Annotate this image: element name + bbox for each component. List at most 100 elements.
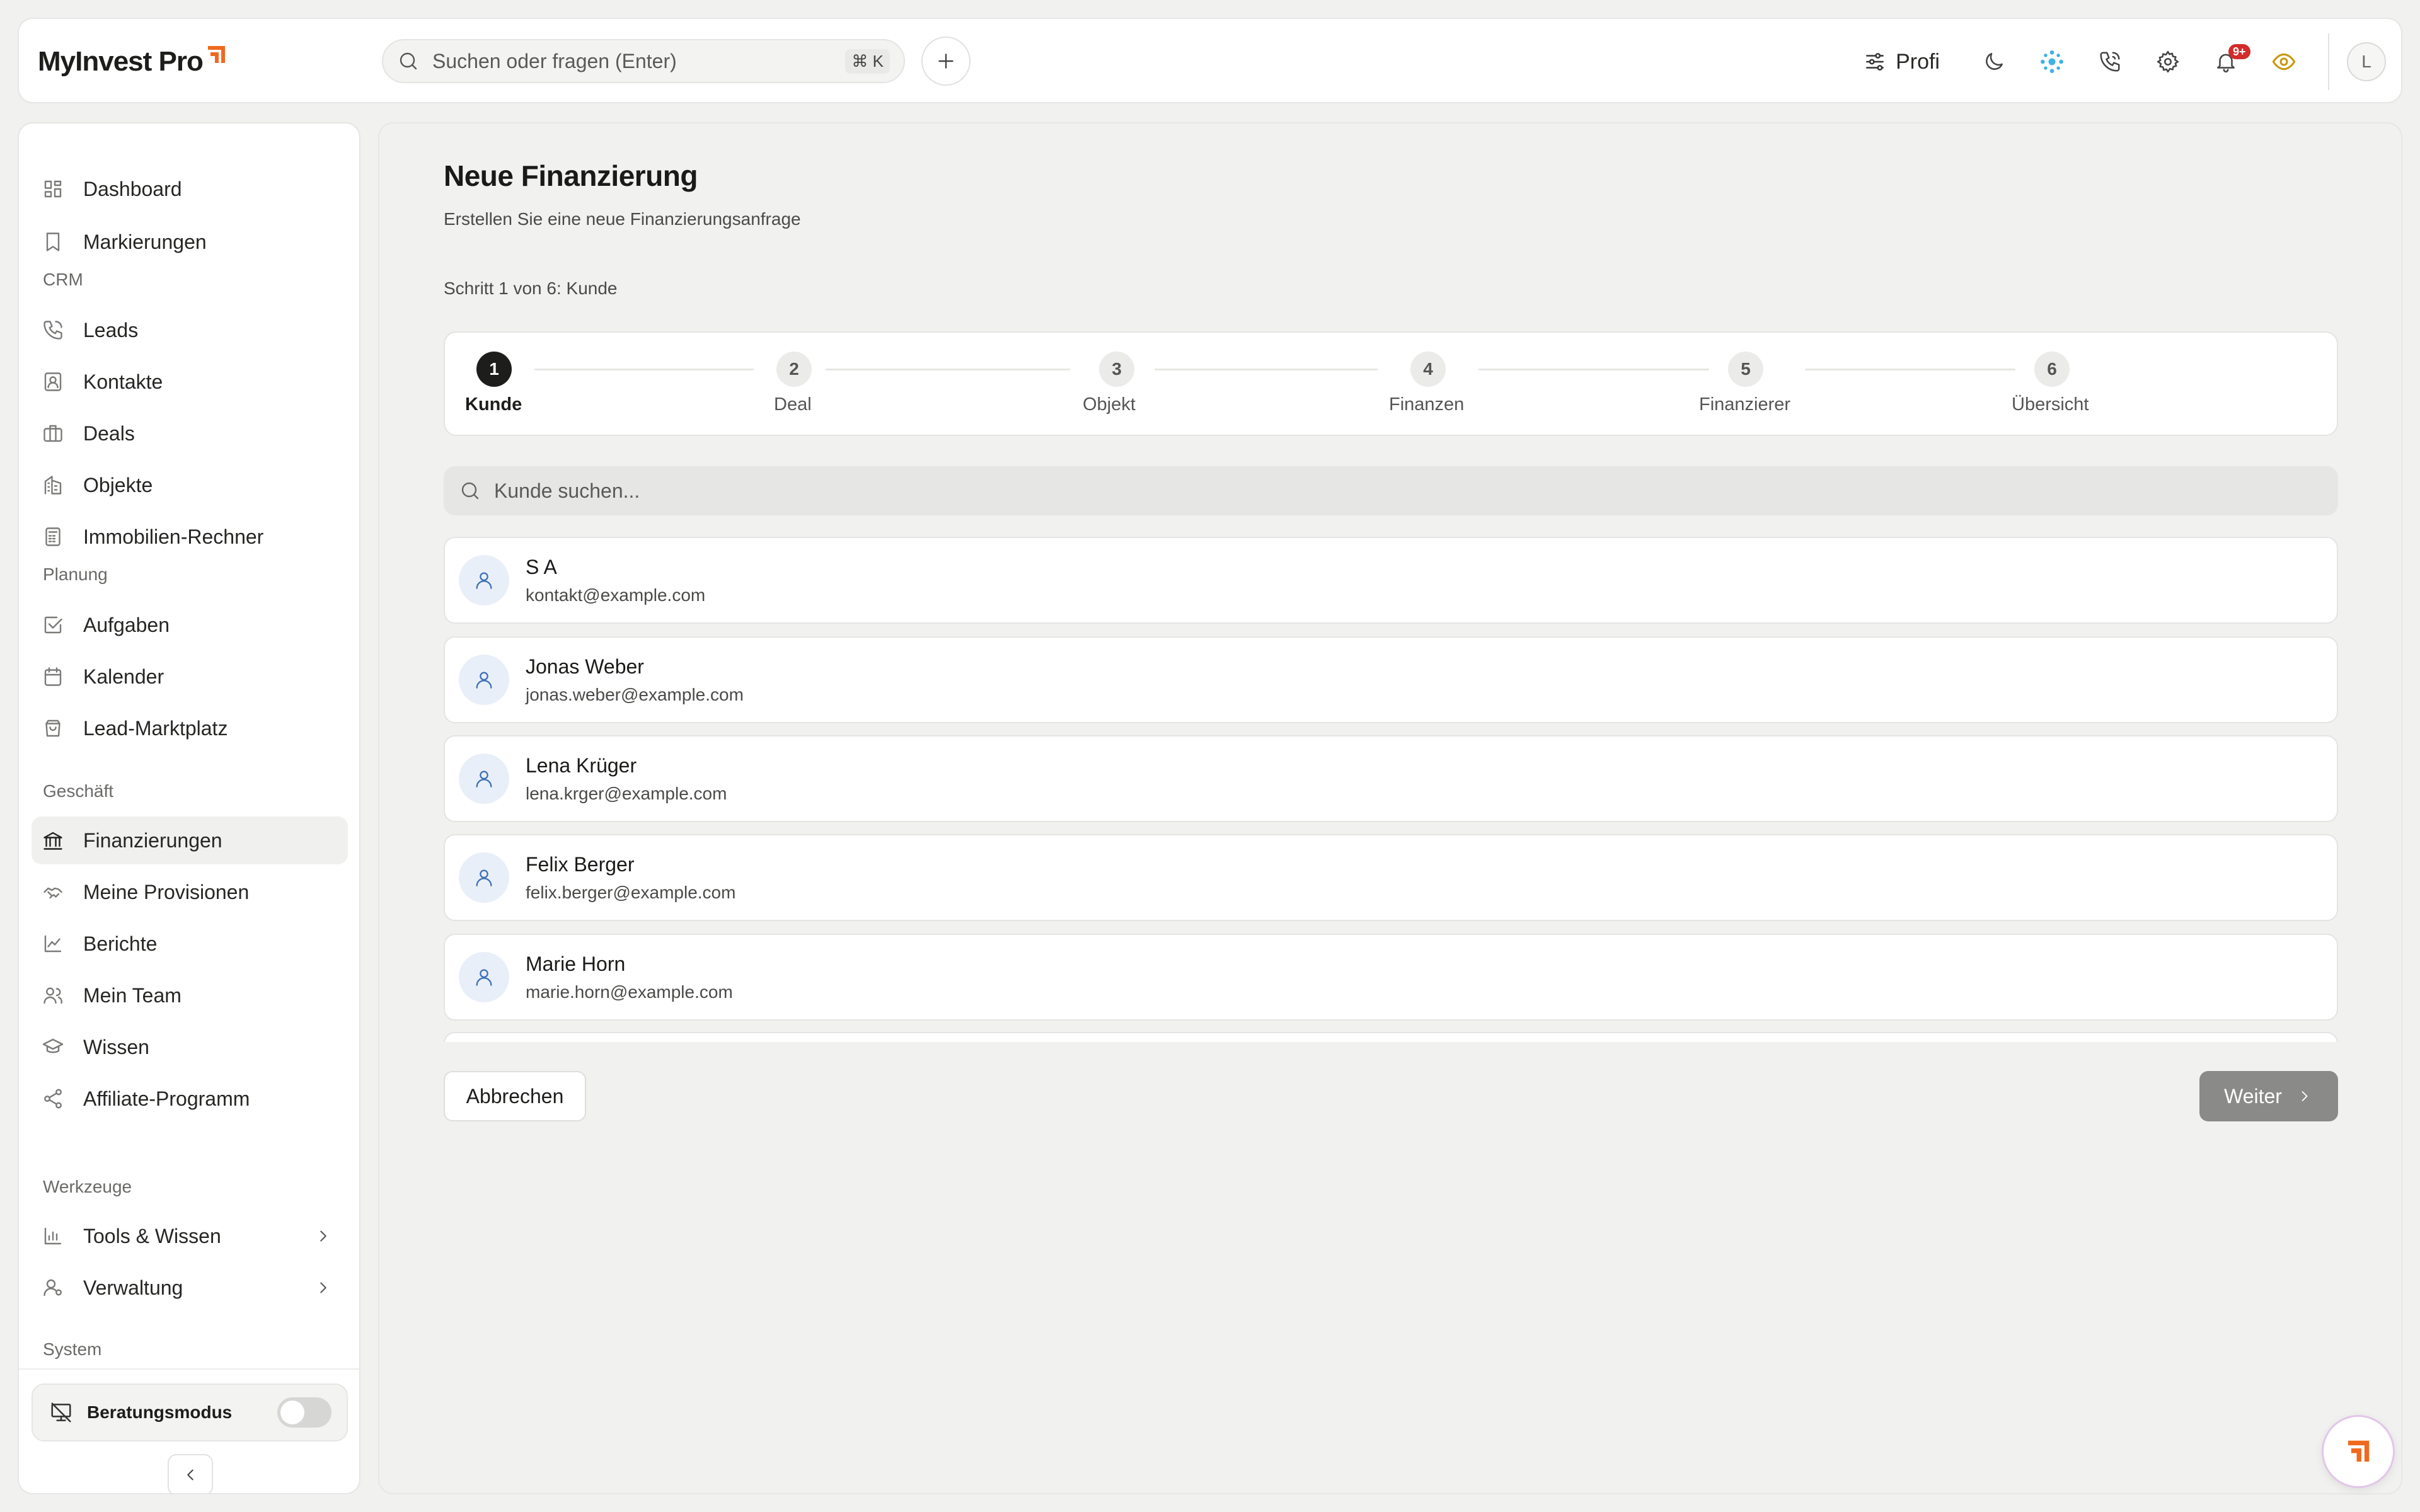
step-label: Finanzen [1389, 394, 1465, 415]
users-icon [43, 987, 62, 1004]
notification-badge: 9+ [2228, 44, 2250, 59]
customer-email: kontakt@example.com [526, 585, 706, 605]
sidebar-item-markierungen[interactable]: Markierungen [32, 218, 348, 266]
sidebar-item-label: Berichte [83, 932, 158, 955]
customer-list-item[interactable]: Jonas Weber jonas.weber@example.com [444, 636, 2338, 723]
ai-assistant-button[interactable] [2023, 37, 2081, 87]
user-cog-icon [43, 1279, 62, 1297]
customer-list-item[interactable]: Felix Berger felix.berger@example.com [444, 834, 2338, 921]
monitor-off-icon [51, 1402, 71, 1423]
advisory-mode-switch[interactable] [277, 1397, 331, 1428]
step-number: 4 [1410, 352, 1446, 387]
user-icon [476, 869, 492, 886]
dark-mode-button[interactable] [1965, 37, 2023, 87]
sidebar-item-label: Tools & Wissen [83, 1224, 221, 1247]
create-button[interactable] [921, 37, 971, 86]
contact-icon [44, 372, 62, 391]
step-number: 3 [1099, 352, 1134, 387]
customer-name: Lena Krüger [526, 753, 637, 777]
brand-arrow-icon [2348, 1440, 2370, 1462]
sidebar-item-leads[interactable]: Leads [32, 306, 348, 354]
sidebar-item-label: Immobilien-Rechner [83, 525, 264, 548]
plus-icon [938, 54, 954, 69]
step-uebersicht[interactable]: 6 Übersicht [2012, 352, 2089, 415]
chevron-right-icon [2302, 1091, 2308, 1101]
sidebar-footer: Beratungsmodus [19, 1368, 359, 1493]
step-label: Deal [774, 394, 812, 415]
brand-logo[interactable]: MyInvest Pro [38, 43, 227, 81]
profile-mode-button[interactable]: Profi [1863, 50, 1940, 74]
step-kunde[interactable]: 1 Kunde [465, 352, 522, 415]
sidebar-item-berichte[interactable]: Berichte [32, 920, 348, 968]
sidebar-item-wissen[interactable]: Wissen [32, 1023, 348, 1071]
next-button-label: Weiter [2224, 1084, 2282, 1108]
customer-list-item[interactable]: S A kontakt@example.com [444, 537, 2338, 624]
step-objekt[interactable]: 3 Objekt [1083, 352, 1136, 415]
customer-list-item[interactable]: Marie Horn marie.horn@example.com [444, 934, 2338, 1021]
advisory-mode-toggle-row[interactable]: Beratungsmodus [32, 1383, 348, 1441]
step-deal[interactable]: 2 Deal [774, 352, 812, 415]
phone-icon [43, 321, 62, 340]
step-connector [1805, 369, 2015, 370]
customer-avatar [459, 753, 509, 804]
customer-list-item[interactable]: Lena Krüger lena.krger@example.com [444, 735, 2338, 822]
gear-icon [2157, 50, 2179, 73]
settings-button[interactable] [2139, 37, 2197, 87]
sidebar-item-immobilien-rechner[interactable]: Immobilien-Rechner [32, 513, 348, 561]
customer-name: Felix Berger [526, 852, 635, 876]
sidebar-item-mein-team[interactable]: Mein Team [32, 971, 348, 1019]
sidebar: Dashboard Markierungen CRM Leads Kontakt… [18, 122, 360, 1494]
customer-email: felix.berger@example.com [526, 882, 736, 902]
sidebar-item-tools-wissen[interactable]: Tools & Wissen [32, 1212, 348, 1260]
sidebar-item-finanzierungen[interactable]: Finanzierungen [32, 816, 348, 864]
sidebar-item-verwaltung[interactable]: Verwaltung [32, 1264, 348, 1312]
sidebar-item-label: Kalender [83, 665, 164, 688]
sidebar-item-label: Finanzierungen [83, 828, 222, 852]
customer-list[interactable]: S A kontakt@example.com Jonas Weber jona… [444, 537, 2338, 1042]
sidebar-item-affiliate-programm[interactable]: Affiliate-Programm [32, 1075, 348, 1123]
top-bar: MyInvest Pro Suchen oder fragen (Enter) … [18, 18, 2402, 103]
page-subtitle: Erstellen Sie eine neue Finanzierungsanf… [444, 209, 801, 229]
sidebar-item-objekte[interactable]: Objekte [32, 461, 348, 509]
collapse-sidebar-button[interactable] [168, 1454, 213, 1493]
step-label: Kunde [465, 394, 522, 415]
sidebar-item-aufgaben[interactable]: Aufgaben [32, 601, 348, 649]
global-search-input[interactable]: Suchen oder fragen (Enter) ⌘ K [382, 39, 905, 83]
sidebar-item-dashboard[interactable]: Dashboard [32, 165, 348, 213]
sidebar-item-lead-marktplatz[interactable]: Lead-Marktplatz [32, 704, 348, 752]
line-chart-icon [44, 935, 62, 953]
customer-search-placeholder: Kunde suchen... [494, 479, 640, 502]
sidebar-item-label: Aufgaben [83, 613, 170, 636]
step-finanzen[interactable]: 4 Finanzen [1389, 352, 1464, 415]
sidebar-item-kontakte[interactable]: Kontakte [32, 358, 348, 406]
step-number: 6 [2034, 352, 2070, 387]
sidebar-item-deals[interactable]: Deals [32, 410, 348, 457]
chevron-left-icon [187, 1469, 193, 1480]
phone-button[interactable] [2081, 37, 2139, 87]
step-number: 2 [776, 352, 812, 387]
sidebar-item-label: Lead-Marktplatz [83, 716, 228, 740]
dashboard-icon [44, 180, 62, 198]
sidebar-item-kalender[interactable]: Kalender [32, 653, 348, 701]
visibility-button[interactable] [2255, 37, 2313, 87]
brand-arrow-icon [205, 44, 227, 66]
notifications-button[interactable]: 9+ [2197, 37, 2255, 87]
sidebar-item-label: Dashboard [83, 177, 182, 200]
step-finanzierer[interactable]: 5 Finanzierer [1699, 352, 1790, 415]
help-fab-button[interactable] [2322, 1415, 2395, 1488]
next-button[interactable]: Weiter [2199, 1071, 2338, 1121]
customer-search-input[interactable]: Kunde suchen... [444, 466, 2338, 515]
cancel-button[interactable]: Abbrechen [444, 1071, 586, 1121]
sliders-icon [1866, 53, 1884, 71]
top-actions: Profi 9+ L [1863, 33, 2386, 90]
section-title-geschaeft: Geschäft [43, 781, 114, 801]
building-icon [44, 476, 62, 495]
sidebar-item-meine-provisionen[interactable]: Meine Provisionen [32, 868, 348, 916]
sidebar-item-label: Deals [83, 421, 135, 445]
profile-mode-label: Profi [1896, 49, 1940, 74]
section-title-crm: CRM [43, 270, 83, 289]
user-avatar[interactable]: L [2347, 42, 2386, 81]
step-label: Übersicht [2012, 394, 2089, 415]
customer-list-item-partial[interactable] [444, 1032, 2338, 1042]
step-number: 5 [1728, 352, 1763, 387]
